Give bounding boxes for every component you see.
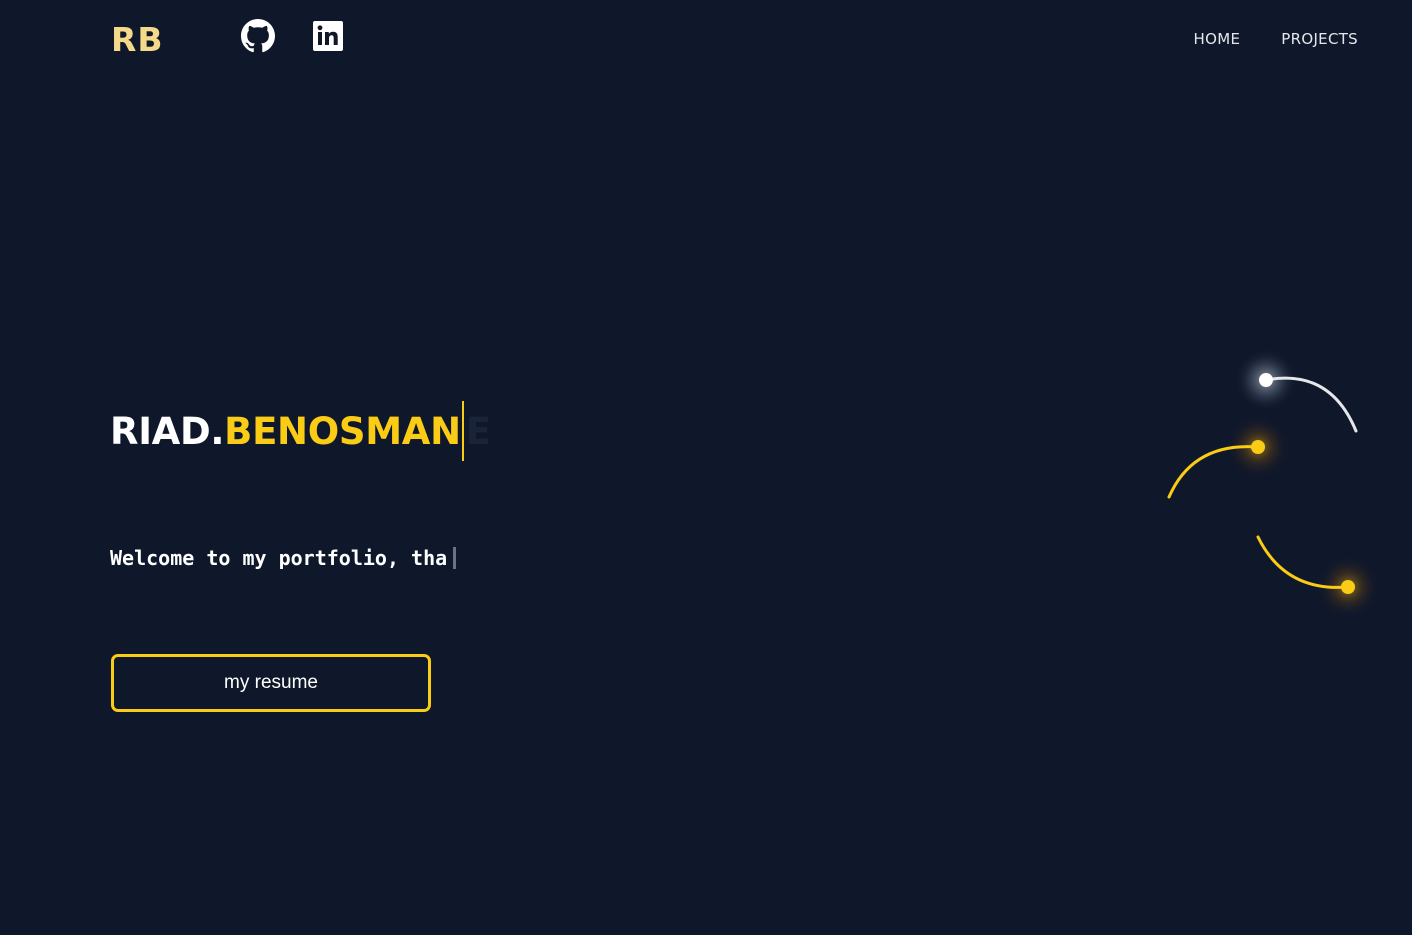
main-nav: HOME PROJECTS	[1194, 29, 1358, 49]
orbit-decoration	[1167, 348, 1380, 619]
tagline-caret	[453, 547, 457, 569]
name-ghost-letter: E	[465, 409, 491, 453]
site-logo[interactable]: RB	[111, 20, 164, 60]
hero-name: RIAD. BENOSMAN E	[110, 401, 491, 461]
orbit-dot-yellow-2	[1341, 580, 1355, 594]
nav-home[interactable]: HOME	[1194, 29, 1241, 49]
github-icon	[241, 19, 275, 53]
github-link[interactable]	[241, 19, 275, 53]
name-last: BENOSMAN	[224, 409, 461, 453]
hero-tagline: Welcome to my portfolio, tha	[110, 545, 457, 571]
name-first: RIAD.	[110, 409, 225, 453]
nav-projects[interactable]: PROJECTS	[1281, 29, 1358, 49]
resume-button[interactable]: my resume	[111, 654, 431, 712]
typing-caret	[461, 401, 464, 461]
linkedin-link[interactable]	[311, 19, 345, 53]
orbit-dot-yellow-1	[1251, 440, 1265, 454]
tagline-text: Welcome to my portfolio, tha	[110, 546, 448, 570]
orbit-dot-white	[1259, 373, 1273, 387]
linkedin-icon	[313, 21, 343, 51]
